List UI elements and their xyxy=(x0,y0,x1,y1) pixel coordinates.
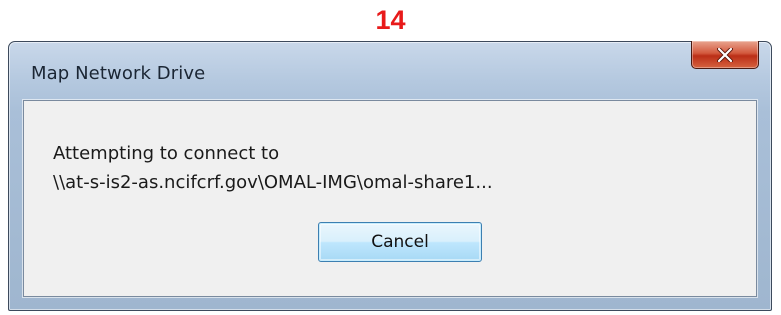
close-button[interactable] xyxy=(691,41,759,69)
close-icon xyxy=(717,47,733,62)
message-line-1: Attempting to connect to xyxy=(53,143,280,164)
map-network-drive-dialog: Map Network Drive Attempting to connect … xyxy=(8,41,772,311)
title-bar[interactable]: Map Network Drive xyxy=(9,41,771,100)
message-line-2-network-path: \\at-s-is2-as.ncifcrf.gov\OMAL-IMG\omal-… xyxy=(53,172,493,193)
step-number-label: 14 xyxy=(375,5,406,35)
status-message: Attempting to connect to \\at-s-is2-as.n… xyxy=(53,139,493,197)
cancel-button[interactable]: Cancel xyxy=(318,222,482,262)
dialog-content: Attempting to connect to \\at-s-is2-as.n… xyxy=(23,100,757,297)
dialog-title: Map Network Drive xyxy=(31,63,206,84)
